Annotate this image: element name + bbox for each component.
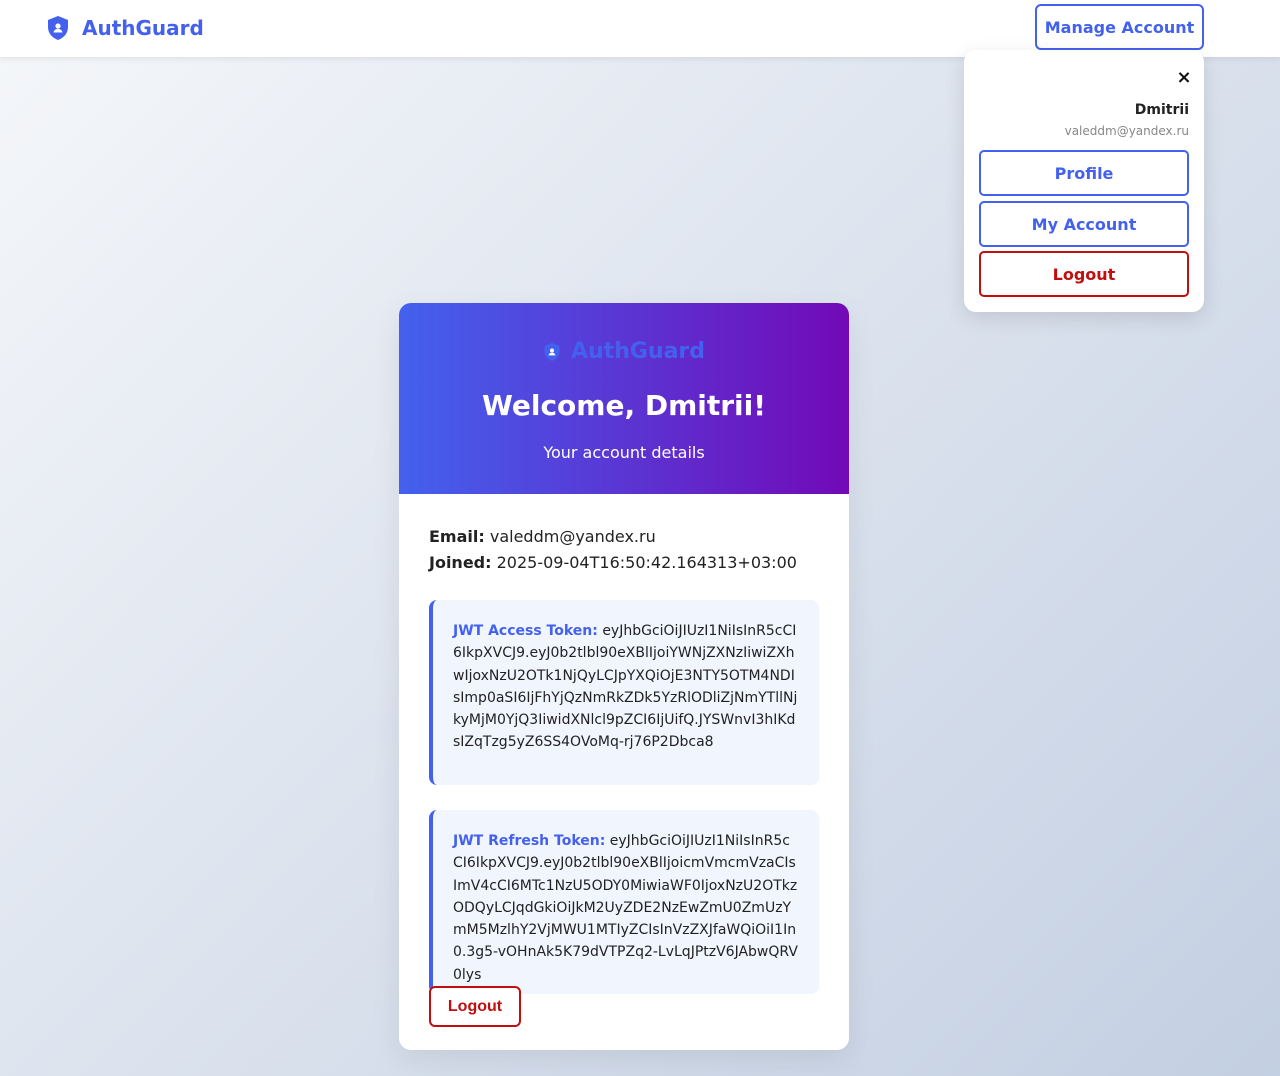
account-card: AuthGuard Welcome, Dmitrii! Your account…	[399, 303, 849, 1050]
dropdown-logout-button[interactable]: Logout	[979, 251, 1189, 297]
account-dropdown-menu: × Dmitrii valeddm@yandex.ru Profile My A…	[964, 50, 1204, 312]
my-account-button[interactable]: My Account	[979, 201, 1189, 247]
refresh-token-box: JWT Refresh Token: eyJhbGciOiJIUzI1NiIsI…	[429, 810, 819, 994]
dropdown-user-name: Dmitrii	[1134, 102, 1189, 118]
card-brand-name: AuthGuard	[570, 339, 706, 364]
refresh-token-value: eyJhbGciOiJIUzI1NiIsInR5cCI6IkpXVCJ9.eyJ…	[453, 833, 798, 983]
manage-account-button[interactable]: Manage Account	[1035, 4, 1204, 50]
card-brand: AuthGuard	[399, 339, 849, 364]
email-value: valeddm@yandex.ru	[489, 527, 656, 546]
top-navbar: AuthGuard Manage Account	[0, 0, 1280, 57]
email-row: Email: valeddm@yandex.ru	[429, 527, 656, 546]
shield-user-icon	[46, 15, 70, 41]
joined-label: Joined:	[429, 553, 492, 572]
access-token-label: JWT Access Token:	[453, 623, 598, 639]
access-token-value: eyJhbGciOiJIUzI1NiIsInR5cCI6IkpXVCJ9.eyJ…	[453, 623, 798, 751]
close-icon[interactable]: ×	[1175, 68, 1193, 88]
brand-logo[interactable]: AuthGuard	[46, 13, 204, 43]
welcome-title: Welcome, Dmitrii!	[481, 389, 767, 422]
shield-user-icon	[543, 342, 561, 362]
profile-button[interactable]: Profile	[979, 150, 1189, 196]
refresh-token-label: JWT Refresh Token:	[453, 833, 606, 849]
card-header: AuthGuard Welcome, Dmitrii! Your account…	[399, 303, 849, 494]
welcome-subtitle: Your account details	[543, 443, 705, 462]
joined-value: 2025-09-04T16:50:42.164313+03:00	[496, 553, 797, 572]
dropdown-user-email: valeddm@yandex.ru	[1064, 124, 1189, 138]
brand-name: AuthGuard	[82, 16, 204, 40]
access-token-box: JWT Access Token: eyJhbGciOiJIUzI1NiIsIn…	[429, 600, 819, 785]
email-label: Email:	[429, 527, 485, 546]
logout-button[interactable]: Logout	[429, 986, 521, 1027]
joined-row: Joined: 2025-09-04T16:50:42.164313+03:00	[429, 553, 797, 572]
